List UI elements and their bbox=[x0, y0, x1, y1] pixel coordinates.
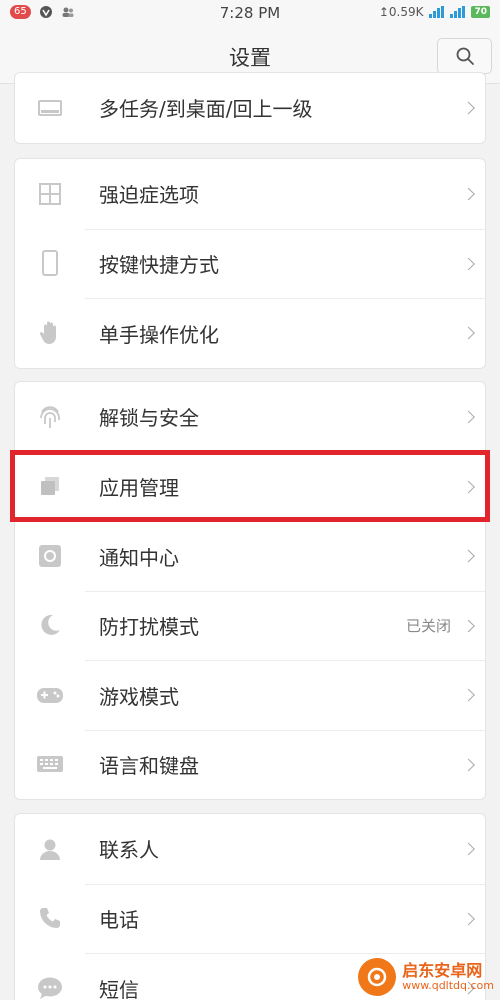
settings-item-notification-center[interactable]: 通知中心 bbox=[15, 521, 485, 591]
message-icon bbox=[38, 977, 62, 999]
settings-item-unlock-security[interactable]: 解锁与安全 bbox=[15, 382, 485, 452]
status-bar: 65 7:28 PM ↥0.59K 70 bbox=[0, 0, 500, 28]
settings-item-do-not-disturb[interactable]: 防打扰模式 已关闭 bbox=[15, 590, 485, 661]
grid-icon bbox=[39, 182, 61, 205]
multitask-icon bbox=[38, 99, 62, 116]
chevron-right-icon bbox=[462, 410, 475, 424]
settings-item-label: 多任务/到桌面/回上一级 bbox=[99, 97, 313, 122]
settings-item-label: 按键快捷方式 bbox=[99, 253, 219, 278]
hand-icon bbox=[39, 321, 56, 344]
settings-item-one-hand[interactable]: 单手操作优化 bbox=[15, 298, 485, 368]
chevron-right-icon bbox=[462, 101, 475, 115]
search-button[interactable] bbox=[437, 38, 492, 74]
settings-item-label: 防打扰模式 bbox=[99, 615, 199, 640]
keyboard-icon bbox=[37, 756, 63, 773]
watermark-title: 启东安卓网 bbox=[402, 961, 483, 981]
chevron-right-icon bbox=[462, 187, 475, 201]
settings-item-multitask[interactable]: 多任务/到桌面/回上一级 bbox=[15, 73, 485, 143]
settings-group-1: 强迫症选项 按键快捷方式 单手操作优化 bbox=[14, 158, 486, 369]
settings-item-game-mode[interactable]: 游戏模式 bbox=[15, 660, 485, 730]
settings-item-label: 电话 bbox=[99, 908, 139, 933]
settings-group-0: 多任务/到桌面/回上一级 bbox=[14, 72, 486, 144]
chevron-right-icon bbox=[462, 619, 475, 633]
chevron-right-icon bbox=[462, 326, 475, 340]
settings-item-phone[interactable]: 电话 bbox=[15, 883, 485, 954]
chevron-right-icon bbox=[462, 842, 475, 856]
settings-item-label: 短信 bbox=[99, 977, 139, 1000]
chevron-right-icon bbox=[462, 758, 475, 772]
settings-item-label: 通知中心 bbox=[99, 545, 179, 570]
chevron-right-icon bbox=[462, 257, 475, 271]
chevron-right-icon bbox=[462, 549, 475, 563]
page-title: 设置 bbox=[229, 46, 271, 70]
search-icon bbox=[456, 47, 474, 65]
chevron-right-icon bbox=[462, 480, 475, 494]
settings-item-ocd-options[interactable]: 强迫症选项 bbox=[15, 159, 485, 229]
app-manage-icon bbox=[41, 477, 59, 496]
chevron-right-icon bbox=[462, 912, 475, 926]
watermark: 启东安卓网 www.qdltdq.com bbox=[358, 958, 494, 996]
phone-outline-icon bbox=[42, 250, 58, 277]
chevron-right-icon bbox=[462, 688, 475, 702]
settings-item-language-keyboard[interactable]: 语言和键盘 bbox=[15, 729, 485, 800]
settings-item-label: 单手操作优化 bbox=[99, 322, 219, 347]
settings-item-label: 语言和键盘 bbox=[99, 754, 199, 779]
phone-icon bbox=[40, 908, 60, 929]
signal-icon bbox=[450, 6, 466, 18]
settings-item-label: 游戏模式 bbox=[99, 684, 179, 709]
fingerprint-icon bbox=[40, 405, 60, 428]
settings-item-app-management[interactable]: 应用管理 bbox=[15, 451, 485, 522]
settings-item-label: 解锁与安全 bbox=[99, 406, 199, 431]
watermark-url: www.qdltdq.com bbox=[402, 978, 494, 992]
settings-item-contacts[interactable]: 联系人 bbox=[15, 814, 485, 884]
settings-item-key-shortcuts[interactable]: 按键快捷方式 bbox=[15, 228, 485, 299]
settings-item-label: 应用管理 bbox=[99, 476, 179, 501]
notification-icon bbox=[39, 544, 61, 567]
settings-item-label: 联系人 bbox=[99, 838, 159, 863]
moon-icon bbox=[41, 615, 60, 636]
settings-group-2: 解锁与安全 应用管理 通知中心 防打扰模式 已关闭 游戏模式 语言和键盘 bbox=[14, 381, 486, 800]
network-speed: ↥0.59K bbox=[378, 5, 424, 19]
contact-icon bbox=[40, 839, 60, 860]
settings-item-label: 强迫症选项 bbox=[99, 183, 199, 208]
signal-4g-icon bbox=[429, 6, 445, 18]
battery-icon: 70 bbox=[471, 6, 490, 18]
watermark-logo-icon bbox=[358, 958, 397, 996]
dnd-status-value: 已关闭 bbox=[405, 617, 451, 636]
gamepad-icon bbox=[37, 687, 63, 703]
